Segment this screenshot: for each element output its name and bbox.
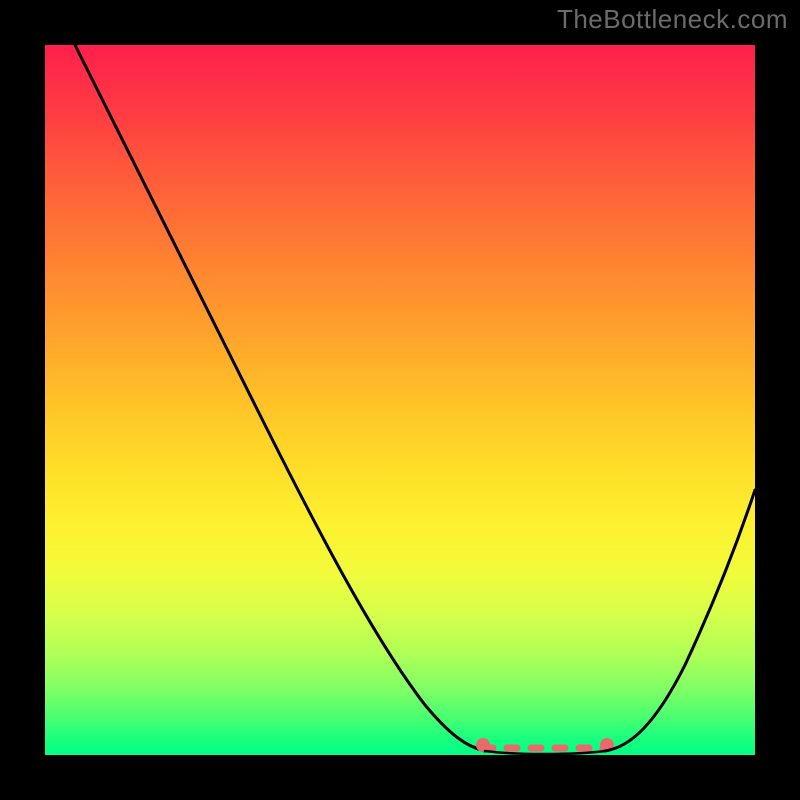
plot-area <box>45 45 755 755</box>
valley-dot-left <box>476 738 490 752</box>
chart-frame: TheBottleneck.com <box>0 0 800 800</box>
curve-svg <box>45 45 755 755</box>
curve-left <box>75 45 485 751</box>
watermark-text: TheBottleneck.com <box>557 4 788 35</box>
curve-right <box>605 490 755 751</box>
